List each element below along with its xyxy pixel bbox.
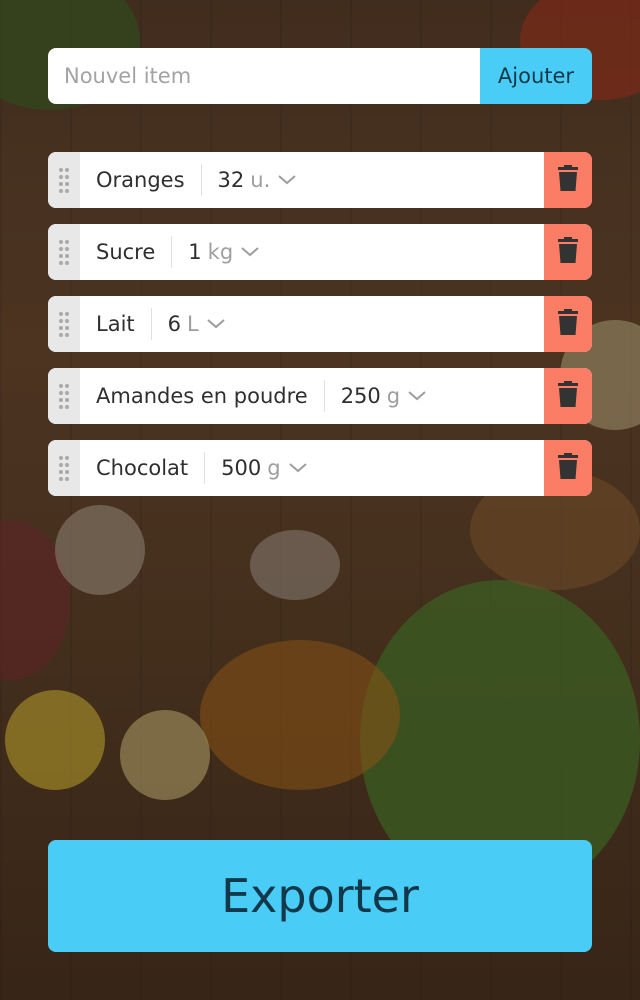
quantity-selector[interactable]: 500 g (205, 440, 544, 496)
trash-icon (558, 237, 578, 267)
drag-handle-icon[interactable] (48, 368, 80, 424)
drag-handle-icon[interactable] (48, 224, 80, 280)
quantity-unit: kg (207, 240, 234, 264)
trash-icon (558, 381, 578, 411)
delete-button[interactable] (544, 368, 592, 424)
quantity-selector[interactable]: 32 u. (202, 152, 544, 208)
chevron-down-icon (278, 175, 296, 185)
delete-button[interactable] (544, 152, 592, 208)
quantity-unit: g (386, 384, 401, 408)
list-item: Chocolat 500 g (48, 440, 592, 496)
drag-handle-icon[interactable] (48, 296, 80, 352)
item-name: Sucre (80, 236, 173, 268)
quantity-unit: L (187, 312, 199, 336)
trash-icon (558, 453, 578, 483)
delete-button[interactable] (544, 440, 592, 496)
quantity-value: 32 (217, 168, 245, 192)
chevron-down-icon (408, 391, 426, 401)
delete-button[interactable] (544, 224, 592, 280)
add-item-form: Ajouter (48, 48, 592, 104)
list-item: Amandes en poudre 250 g (48, 368, 592, 424)
list-item: Oranges 32 u. (48, 152, 592, 208)
item-list: Oranges 32 u. Sucre 1 kg Lait 6 L Amande… (48, 152, 592, 512)
item-name: Lait (80, 308, 152, 340)
quantity-selector[interactable]: 6 L (152, 296, 544, 352)
trash-icon (558, 165, 578, 195)
quantity-selector[interactable]: 1 kg (172, 224, 544, 280)
add-button[interactable]: Ajouter (480, 48, 592, 104)
item-name: Oranges (80, 164, 202, 196)
quantity-unit: u. (250, 168, 271, 192)
quantity-value: 6 (167, 312, 182, 336)
item-name: Chocolat (80, 452, 206, 484)
delete-button[interactable] (544, 296, 592, 352)
item-name: Amandes en poudre (80, 380, 325, 412)
chevron-down-icon (207, 319, 225, 329)
quantity-value: 1 (188, 240, 202, 264)
trash-icon (558, 309, 578, 339)
list-item: Sucre 1 kg (48, 224, 592, 280)
drag-handle-icon[interactable] (48, 152, 80, 208)
list-item: Lait 6 L (48, 296, 592, 352)
quantity-value: 250 (340, 384, 381, 408)
export-button[interactable]: Exporter (48, 840, 592, 952)
chevron-down-icon (288, 463, 307, 473)
quantity-selector[interactable]: 250 g (325, 368, 544, 424)
quantity-value: 500 (221, 456, 262, 480)
new-item-input[interactable] (48, 48, 480, 104)
chevron-down-icon (241, 247, 259, 257)
drag-handle-icon[interactable] (48, 440, 80, 496)
quantity-unit: g (267, 456, 281, 480)
